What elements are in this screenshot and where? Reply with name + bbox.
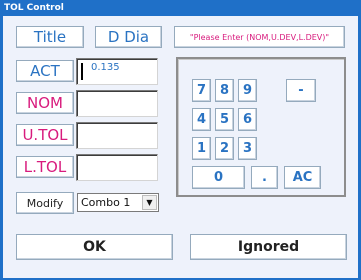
key-0[interactable]: 0 (192, 166, 245, 189)
u-tol-field[interactable] (76, 122, 158, 149)
title-button[interactable]: Title (16, 26, 84, 48)
key-4[interactable]: 4 (192, 108, 211, 131)
act-field[interactable]: 0.135 (76, 58, 158, 85)
ok-button[interactable]: OK (16, 234, 173, 260)
nom-button[interactable]: NOM (16, 92, 74, 114)
u-tol-button[interactable]: U.TOL (16, 124, 74, 146)
key-9[interactable]: 9 (238, 79, 257, 102)
combo-value: Combo 1 (81, 196, 131, 209)
key-1[interactable]: 1 (192, 137, 211, 160)
text-caret (81, 63, 83, 80)
chevron-down-icon[interactable]: ▼ (142, 195, 157, 210)
l-tol-field[interactable] (76, 154, 158, 181)
key-all-clear[interactable]: AC (284, 166, 321, 189)
act-button[interactable]: ACT (16, 60, 74, 82)
key-6[interactable]: 6 (238, 108, 257, 131)
window-title: TOL Control (4, 3, 64, 13)
d-dia-button[interactable]: D Dia (95, 26, 162, 48)
ignored-button[interactable]: Ignored (190, 234, 347, 260)
combo-select[interactable]: Combo 1 ▼ (77, 193, 159, 212)
key-2[interactable]: 2 (215, 137, 234, 160)
key-7[interactable]: 7 (192, 79, 211, 102)
act-value: 0.135 (91, 62, 120, 73)
modify-button[interactable]: Modify (16, 192, 74, 214)
key-8[interactable]: 8 (215, 79, 234, 102)
key-minus[interactable]: - (286, 79, 316, 102)
dialog-body: Title D Dia "Please Enter (NOM,U.DEV,L.D… (3, 16, 358, 278)
nom-field[interactable] (76, 90, 158, 117)
prompt-message: "Please Enter (NOM,U.DEV,L.DEV)" (174, 26, 345, 48)
numeric-keypad: 7 8 9 - 4 5 6 1 2 3 0 . AC (176, 57, 346, 197)
l-tol-button[interactable]: L.TOL (16, 156, 74, 178)
tol-control-window: TOL Control Title D Dia "Please Enter (N… (0, 0, 361, 280)
key-5[interactable]: 5 (215, 108, 234, 131)
key-decimal[interactable]: . (251, 166, 278, 189)
key-3[interactable]: 3 (238, 137, 257, 160)
